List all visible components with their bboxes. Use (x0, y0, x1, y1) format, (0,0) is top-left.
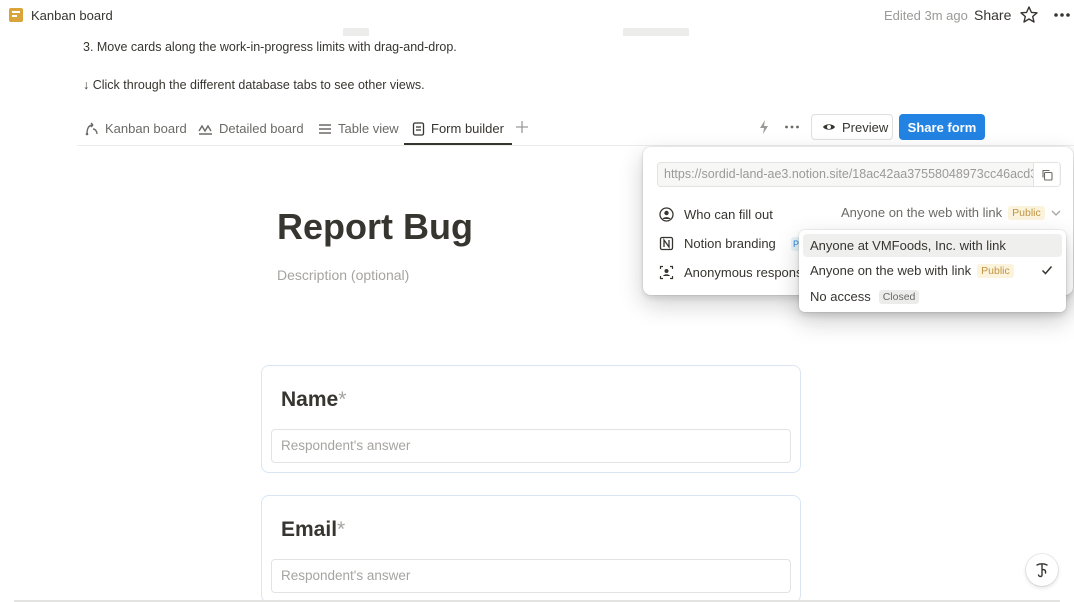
anonymous-responses-row: Anonymous respons (659, 262, 803, 282)
help-button[interactable] (1026, 554, 1058, 586)
tab-detailed-board[interactable]: Detailed board (198, 112, 304, 145)
question-title-text: Name (281, 388, 339, 411)
question-card-name[interactable]: Name* Respondent's answer (261, 365, 801, 473)
automation-icon[interactable] (757, 118, 771, 136)
public-badge: Public (977, 263, 1014, 278)
answer-input[interactable]: Respondent's answer (271, 559, 791, 593)
access-value: Anyone on the web with link (841, 205, 1003, 220)
tab-label: Detailed board (219, 121, 304, 136)
share-button[interactable]: Share (974, 7, 1011, 23)
menu-item-label: Anyone on the web with link (810, 263, 972, 278)
question-title[interactable]: Email* (281, 518, 345, 542)
form-url-field[interactable]: https://sordid-land-ae3.notion.site/18ac… (657, 162, 1061, 187)
menu-item-label: No access (810, 289, 871, 304)
menu-item-label: Anyone at VMFoods, Inc. with link (810, 238, 1006, 253)
menu-item-web-link[interactable]: Anyone on the web with link Public (803, 259, 1062, 282)
question-title-text: Email (281, 518, 338, 541)
access-selector[interactable]: Anyone on the web with link Public (841, 205, 1061, 220)
form-title[interactable]: Report Bug (277, 206, 473, 248)
answer-input[interactable]: Respondent's answer (271, 429, 791, 463)
page-title[interactable]: Kanban board (31, 8, 113, 23)
who-can-fill-label: Who can fill out (684, 206, 773, 222)
notion-branding-label: Notion branding (684, 235, 776, 251)
required-mark: * (338, 388, 347, 411)
notion-branding-row: Notion branding (659, 233, 776, 253)
tabs-divider (77, 145, 1074, 146)
preview-label: Preview (842, 119, 889, 135)
tab-label: Kanban board (105, 121, 187, 136)
tab-label: Table view (338, 121, 399, 136)
anonymous-responses-label: Anonymous respons (684, 264, 803, 280)
menu-item-workspace-link[interactable]: Anyone at VMFoods, Inc. with link (803, 234, 1062, 257)
closed-badge: Closed (878, 289, 920, 304)
more-icon[interactable] (1052, 5, 1072, 25)
page-icon[interactable] (9, 8, 23, 22)
anonymous-icon (659, 265, 674, 279)
clipped-text-line (83, 28, 703, 36)
menu-item-no-access[interactable]: No access Closed (803, 285, 1062, 308)
public-badge: Public (1008, 205, 1045, 220)
eye-icon (823, 124, 835, 130)
step-text: 3. Move cards along the work-in-progress… (83, 40, 457, 54)
question-title[interactable]: Name* (281, 388, 346, 412)
board-icon (198, 124, 212, 135)
tab-label: Form builder (431, 121, 504, 136)
question-card-email[interactable]: Email* Respondent's answer (261, 495, 801, 602)
ai-assistant-icon (1036, 563, 1048, 578)
chevron-down-icon (1051, 210, 1061, 216)
form-description[interactable]: Description (optional) (277, 267, 409, 283)
edited-status: Edited 3m ago (884, 8, 968, 23)
star-icon[interactable] (1019, 5, 1039, 25)
hint-text: ↓ Click through the different database t… (83, 78, 425, 92)
required-mark: * (337, 518, 346, 541)
access-dropdown-menu: Anyone at VMFoods, Inc. with link Anyone… (799, 230, 1066, 312)
top-bar: Kanban board Edited 3m ago Share (0, 0, 1074, 30)
kanban-icon (85, 122, 98, 135)
tab-kanban-board[interactable]: Kanban board (85, 112, 187, 145)
tab-form-builder[interactable]: Form builder (412, 112, 504, 145)
user-circle-icon (659, 206, 674, 222)
tab-table-view[interactable]: Table view (318, 112, 399, 145)
view-options-icon[interactable] (783, 118, 801, 136)
form-icon (412, 121, 425, 136)
copy-link-button[interactable] (1033, 163, 1059, 186)
share-form-button[interactable]: Share form (899, 114, 985, 140)
notion-logo-icon (659, 236, 674, 250)
who-can-fill-row: Who can fill out (659, 204, 773, 224)
table-icon (319, 123, 331, 134)
add-view-icon[interactable] (515, 120, 529, 134)
preview-button[interactable]: Preview (811, 114, 893, 140)
copy-icon (1041, 169, 1053, 181)
check-icon (1041, 266, 1053, 275)
